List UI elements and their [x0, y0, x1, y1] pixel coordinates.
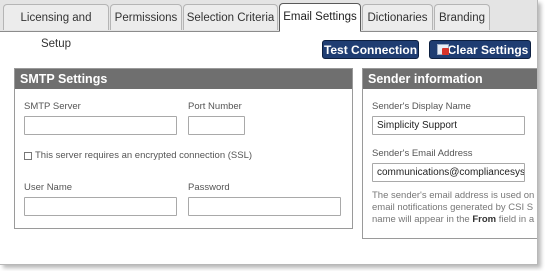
clear-settings-button[interactable]: Clear Settings — [429, 40, 531, 59]
smtp-server-input[interactable] — [24, 116, 177, 135]
port-number-label: Port Number — [188, 101, 242, 112]
tab-permissions[interactable]: Permissions — [110, 4, 182, 30]
port-number-input[interactable] — [188, 116, 245, 135]
ssl-checkbox[interactable] — [24, 152, 32, 160]
ssl-checkbox-label: This server requires an encrypted connec… — [35, 150, 253, 161]
password-input[interactable] — [188, 197, 341, 216]
sender-display-name-input[interactable]: Simplicity Support — [372, 116, 525, 135]
sender-note-line-3-end: field in a — [496, 214, 535, 225]
user-name-label: User Name — [24, 182, 73, 193]
password-label: Password — [188, 182, 230, 193]
user-name-input[interactable] — [24, 197, 177, 216]
tab-branding[interactable]: Branding — [434, 4, 490, 30]
tab-email-settings[interactable]: Email Settings — [279, 3, 361, 32]
clear-settings-label: Clear Settings — [447, 43, 529, 57]
tab-dictionaries[interactable]: Dictionaries — [362, 4, 433, 30]
sender-information-panel: Sender information Sender's Display Name… — [362, 68, 537, 239]
sender-email-label: Sender's Email Address — [372, 148, 473, 159]
sender-note-line-3: name will appear in the From field in a — [372, 214, 534, 226]
test-connection-label: Test Connection — [323, 43, 418, 57]
smtp-settings-panel: SMTP Settings SMTP Server Port Number Th… — [14, 68, 353, 229]
sender-note-line-3-start: name will appear in the — [372, 214, 473, 225]
sender-note-from-field: From — [472, 214, 497, 225]
sender-display-name-label: Sender's Display Name — [372, 101, 471, 112]
sender-note-line-2: email notifications generated by CSI S — [372, 202, 534, 213]
smtp-settings-title: SMTP Settings — [15, 69, 352, 89]
tab-licensing-and-setup[interactable]: Licensing and Setup — [3, 4, 109, 50]
clear-settings-icon — [437, 44, 449, 55]
smtp-server-label: SMTP Server — [24, 101, 81, 112]
sender-information-title: Sender information — [363, 69, 537, 89]
tab-bar: Licensing and Setup Permissions Selectio… — [0, 0, 537, 50]
tab-selection-criteria[interactable]: Selection Criteria — [183, 4, 278, 30]
sender-note-line-1: The sender's email address is used on — [372, 190, 535, 201]
sender-email-input[interactable]: communications@compliancesyst — [372, 163, 525, 182]
settings-window: Licensing and Setup Permissions Selectio… — [0, 0, 538, 265]
test-connection-button[interactable]: Test Connection — [322, 40, 419, 59]
